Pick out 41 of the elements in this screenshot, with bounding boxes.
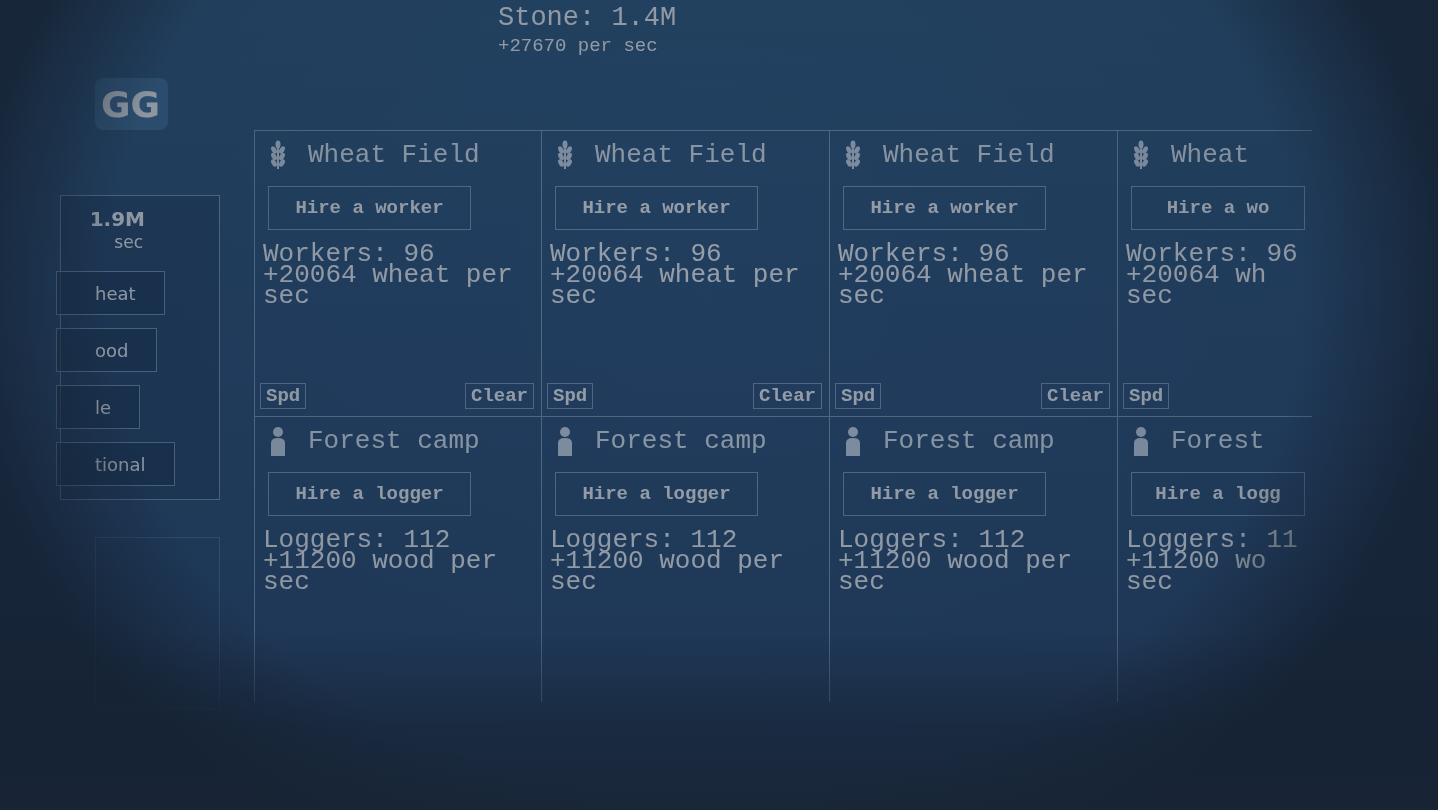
production-rate: +20064 wheat per sec <box>838 265 1089 307</box>
hire-button[interactable]: Hire a worker <box>555 186 758 230</box>
production-rate: +20064 wheat per sec <box>550 265 801 307</box>
clear-button[interactable]: Clear <box>1041 383 1110 409</box>
production-rate: +20064 wh sec <box>1126 265 1268 307</box>
production-rate: +11200 wood per sec <box>263 551 499 593</box>
card-title: Wheat <box>1171 140 1249 170</box>
card-title: Forest camp <box>308 426 480 456</box>
hire-button[interactable]: Hire a logger <box>555 472 758 516</box>
card-title: Wheat Field <box>595 140 767 170</box>
side-amount: 1.9M <box>89 207 145 231</box>
logo: GG <box>95 78 168 130</box>
hire-button[interactable]: Hire a logg <box>1131 472 1305 516</box>
hire-button[interactable]: Hire a logger <box>268 472 471 516</box>
worker-count: Loggers: 11 <box>1126 529 1299 551</box>
card-title: Forest <box>1171 426 1265 456</box>
speed-button[interactable]: Spd <box>1123 383 1170 409</box>
card-title: Wheat Field <box>308 140 480 170</box>
clear-button[interactable]: Clear <box>753 383 822 409</box>
speed-button[interactable]: Spd <box>547 383 594 409</box>
sidebar-button[interactable]: heat <box>56 271 165 315</box>
resource-rate: +27670 per sec <box>498 34 658 59</box>
hire-button[interactable]: Hire a worker <box>843 186 1046 230</box>
side-rate: sec <box>114 231 143 253</box>
speed-button[interactable]: Spd <box>260 383 307 409</box>
production-rate: +11200 wo sec <box>1126 551 1268 593</box>
hire-button[interactable]: Hire a worker <box>268 186 471 230</box>
sidebar-button[interactable]: ood <box>56 328 158 372</box>
production-rate: +11200 wood per sec <box>550 551 786 593</box>
clear-button[interactable]: Clear <box>465 383 534 409</box>
production-rate: +20064 wheat per sec <box>263 265 514 307</box>
card-title: Forest camp <box>595 426 767 456</box>
speed-button[interactable]: Spd <box>835 383 882 409</box>
production-rate: +11200 wood per sec <box>838 551 1074 593</box>
sidebar-button[interactable]: tional <box>56 442 175 486</box>
card-title: Wheat Field <box>883 140 1055 170</box>
hire-button[interactable]: Hire a logger <box>843 472 1046 516</box>
card-title: Forest camp <box>883 426 1055 456</box>
resource-total: Stone: 1.4M <box>498 3 677 33</box>
hire-button[interactable]: Hire a wo <box>1131 186 1305 230</box>
sidebar-button[interactable]: le <box>56 385 141 429</box>
